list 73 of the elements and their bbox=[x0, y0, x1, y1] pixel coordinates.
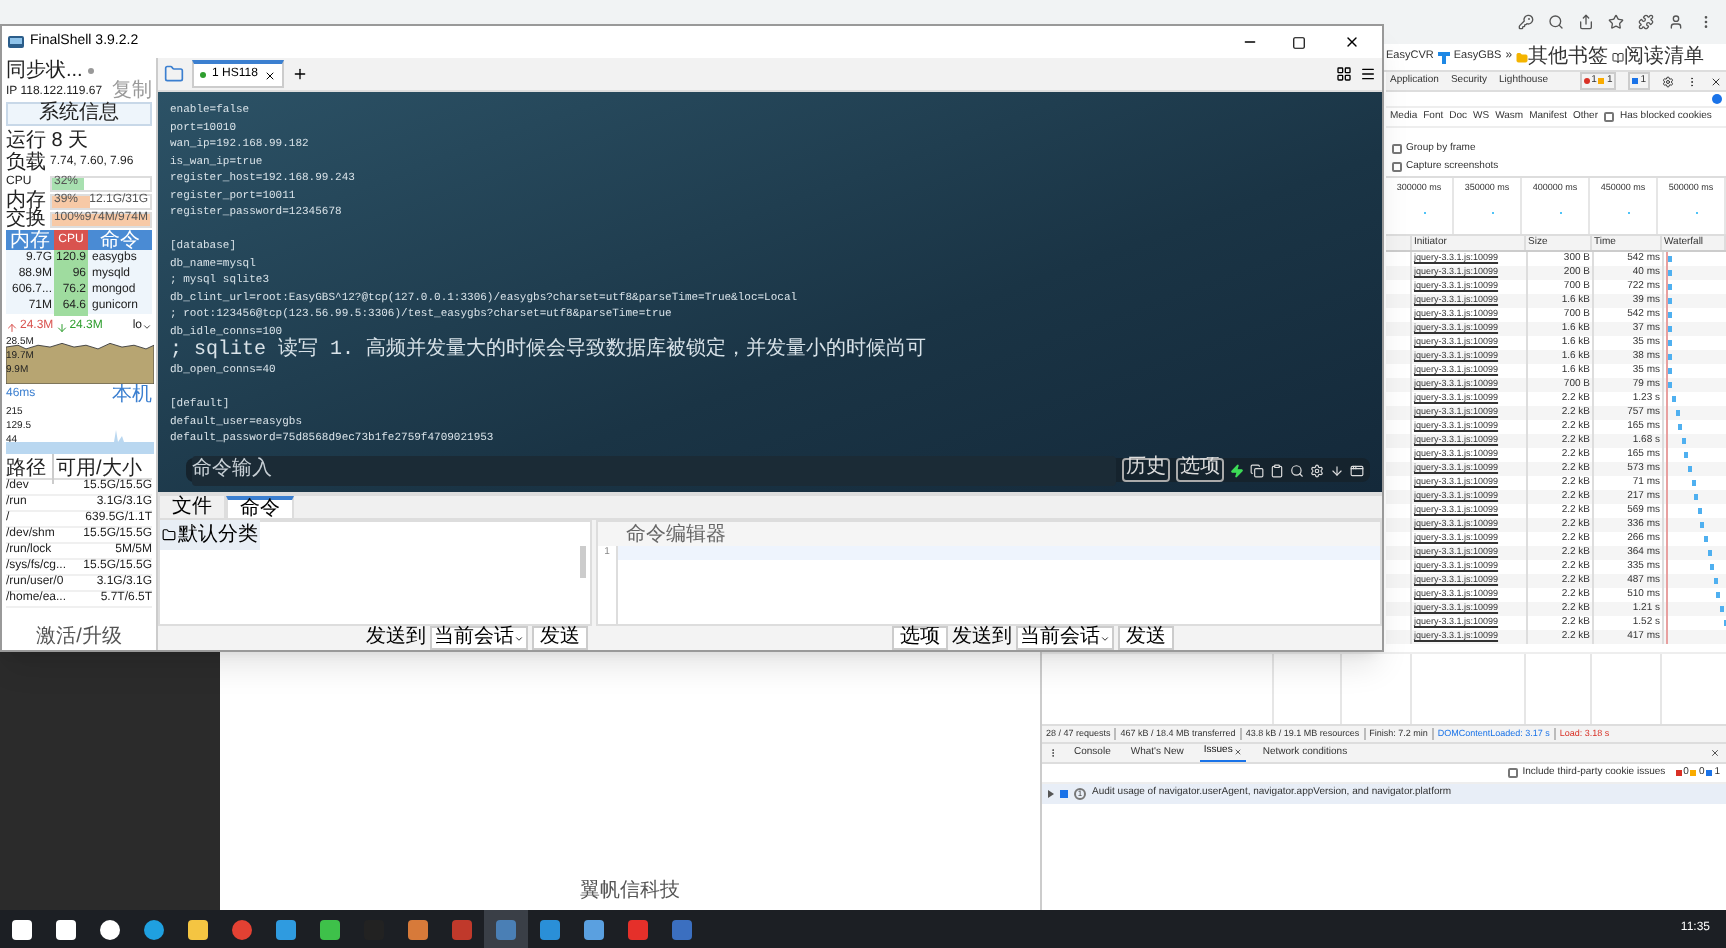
checkbox[interactable] bbox=[1604, 112, 1615, 122]
menu-icon[interactable] bbox=[1360, 66, 1376, 82]
session-select[interactable]: 当前会话 bbox=[1016, 626, 1114, 650]
waterfall-bar bbox=[1678, 424, 1683, 430]
terminal-line: ; sqlite 读写 1. 高频并发量大的时候会导致数据库被锁定，并发量小的时候尚可 bbox=[170, 340, 929, 362]
expand-icon bbox=[1048, 790, 1054, 798]
uptime: 运行 8 天 bbox=[6, 130, 91, 152]
sync-status: 同步状... bbox=[6, 57, 83, 85]
ping-host[interactable]: 本机 bbox=[112, 380, 152, 410]
profile-icon[interactable] bbox=[1668, 14, 1684, 30]
share-icon[interactable] bbox=[1578, 14, 1594, 30]
options-button[interactable]: 选项 bbox=[1176, 458, 1224, 482]
category-item[interactable]: 默认分类 bbox=[160, 519, 260, 549]
waterfall-bar bbox=[1713, 578, 1718, 584]
close-icon[interactable] bbox=[263, 69, 276, 81]
command-input[interactable]: 命令输入 bbox=[192, 455, 1116, 485]
checkbox[interactable] bbox=[1392, 144, 1402, 154]
editor-title: 命令编辑器 bbox=[626, 521, 726, 549]
waterfall-bar bbox=[1697, 508, 1702, 514]
star-icon[interactable] bbox=[1608, 14, 1624, 30]
waterfall-bar bbox=[1681, 438, 1686, 444]
info-icon bbox=[1060, 790, 1068, 798]
send-to-label: 发送到 bbox=[366, 628, 426, 648]
logo-icon bbox=[1437, 51, 1450, 63]
load-label: 负载 bbox=[6, 149, 46, 175]
waterfall-bar bbox=[1707, 550, 1712, 556]
book-icon bbox=[1612, 51, 1625, 63]
system-info-button[interactable]: 系统信息 bbox=[6, 102, 152, 126]
caret-icon bbox=[1100, 633, 1110, 643]
history-button[interactable]: 历史 bbox=[1122, 458, 1170, 482]
options-button[interactable]: 选项 bbox=[892, 626, 948, 650]
page-footer: 翼帆信科技 bbox=[580, 876, 680, 906]
waterfall-bar bbox=[1675, 410, 1680, 416]
lightning-icon[interactable] bbox=[1230, 463, 1244, 477]
waterfall-bar bbox=[1684, 452, 1689, 458]
waterfall-bar bbox=[1710, 564, 1715, 570]
grid-icon[interactable] bbox=[1336, 66, 1352, 82]
activate-link[interactable]: 激活/升级 bbox=[6, 626, 152, 650]
bookmark-folder[interactable]: 其他书签 bbox=[1516, 42, 1609, 72]
panel-tab[interactable]: 文件 bbox=[158, 496, 226, 518]
paste-icon[interactable] bbox=[1270, 463, 1284, 477]
key-icon[interactable] bbox=[1518, 14, 1534, 30]
panel-tab[interactable]: 命令 bbox=[226, 496, 294, 518]
filter-field[interactable] bbox=[1386, 92, 1726, 108]
down-arrow-icon bbox=[55, 321, 68, 333]
send-button[interactable]: 发送 bbox=[1118, 626, 1174, 650]
waterfall-bar bbox=[1691, 480, 1696, 486]
close-icon[interactable] bbox=[1344, 34, 1360, 50]
download-icon[interactable] bbox=[1330, 463, 1344, 477]
reading-list[interactable]: 阅读清单 bbox=[1612, 42, 1705, 72]
puzzle-icon[interactable] bbox=[1638, 14, 1654, 30]
checkbox[interactable] bbox=[1508, 768, 1519, 778]
waterfall-bar bbox=[1700, 522, 1705, 528]
close-icon[interactable] bbox=[1710, 75, 1722, 87]
maximize-icon[interactable] bbox=[1292, 35, 1306, 49]
waterfall-bar bbox=[1716, 592, 1721, 598]
meter-label: 内存 bbox=[6, 187, 48, 212]
caret-icon bbox=[514, 633, 524, 643]
scrollbar bbox=[580, 546, 586, 578]
send-button[interactable]: 发送 bbox=[532, 626, 588, 650]
copy-icon[interactable] bbox=[1250, 463, 1264, 477]
up-arrow-icon bbox=[6, 321, 18, 333]
waterfall-bar bbox=[1694, 494, 1699, 500]
add-icon[interactable] bbox=[291, 66, 308, 82]
send-to-label: 发送到 bbox=[952, 628, 1012, 648]
settings-icon[interactable] bbox=[1662, 75, 1674, 87]
session-select[interactable]: 当前会话 bbox=[430, 626, 528, 650]
status-icon bbox=[1712, 94, 1722, 104]
meter-label: 交换 bbox=[6, 207, 48, 230]
checkbox[interactable] bbox=[1392, 162, 1402, 172]
column-header[interactable]: 内存 bbox=[6, 230, 54, 250]
column-header[interactable]: 命令 bbox=[88, 230, 152, 250]
caret-icon bbox=[142, 322, 152, 332]
